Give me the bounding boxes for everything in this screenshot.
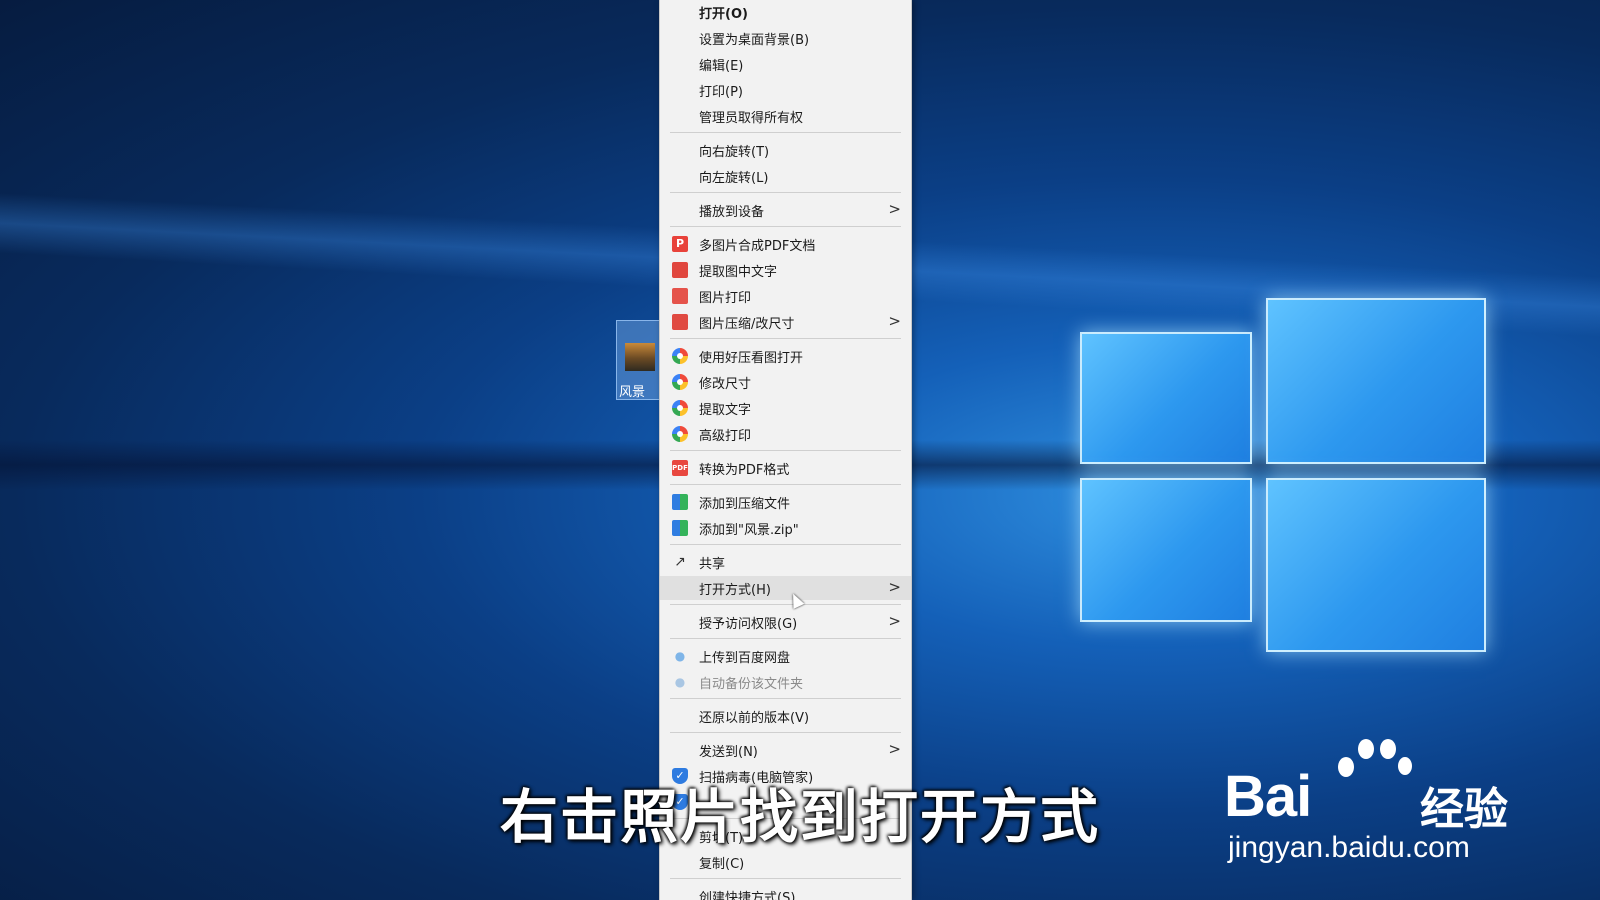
menu-item-open-with[interactable]: 打开方式(H) > (660, 576, 911, 600)
baidu-jingyan-watermark: Bai 经验 jingyan.baidu.com (1224, 735, 1524, 875)
chevron-right-icon: > (888, 200, 901, 218)
chevron-right-icon: > (888, 740, 901, 758)
menu-item-send-to[interactable]: 发送到(N) > (660, 738, 911, 762)
menu-item-rotate-left[interactable]: 向左旋转(L) (660, 164, 911, 188)
menu-separator (670, 192, 901, 193)
chevron-right-icon: > (888, 612, 901, 630)
video-caption: 右击照片找到打开方式 (499, 783, 1100, 851)
pdf-icon: PDF (672, 460, 688, 476)
share-icon: ↗ (674, 554, 686, 570)
menu-item-extract-text-image[interactable]: 提取图中文字 (660, 258, 911, 282)
baidu-cloud-icon: ● (674, 649, 686, 663)
menu-separator (670, 604, 901, 605)
menu-item-cast-to-device[interactable]: 播放到设备 > (660, 198, 911, 222)
watermark-brand: Bai (1224, 764, 1312, 829)
menu-separator (670, 450, 901, 451)
menu-separator (670, 544, 901, 545)
archive-icon (672, 494, 688, 510)
haozip-viewer-icon (672, 348, 688, 364)
menu-item-image-print[interactable]: 图片打印 (660, 284, 911, 308)
baidu-paw-icon (1330, 735, 1412, 805)
windows-logo (1080, 290, 1495, 660)
pdf-merge-icon: P (672, 236, 688, 252)
printer-icon (672, 288, 688, 304)
text-extract-icon (672, 262, 688, 278)
windows-logo-pane (1080, 478, 1252, 622)
menu-item-edit[interactable]: 编辑(E) (660, 52, 911, 76)
menu-item-resize[interactable]: 修改尺寸 (660, 370, 911, 394)
menu-separator (670, 338, 901, 339)
menu-item-set-wallpaper[interactable]: 设置为桌面背景(B) (660, 26, 911, 50)
desktop-file-icon[interactable]: 风景 (616, 320, 662, 400)
context-menu: 打开(O) 设置为桌面背景(B) 编辑(E) 打印(P) 管理员取得所有权 向右… (659, 0, 912, 900)
menu-item-add-zip[interactable]: 添加到"风景.zip" (660, 516, 911, 540)
compress-icon (672, 314, 688, 330)
menu-item-open[interactable]: 打开(O) (660, 0, 911, 24)
menu-item-take-ownership[interactable]: 管理员取得所有权 (660, 104, 911, 128)
menu-item-compress-resize[interactable]: 图片压缩/改尺寸 > (660, 310, 911, 334)
menu-item-restore-versions[interactable]: 还原以前的版本(V) (660, 704, 911, 728)
menu-separator (670, 698, 901, 699)
menu-separator (670, 878, 901, 879)
menu-item-open-haozip-viewer[interactable]: 使用好压看图打开 (660, 344, 911, 368)
windows-logo-pane (1266, 298, 1486, 464)
menu-separator (670, 226, 901, 227)
menu-separator (670, 132, 901, 133)
menu-item-print[interactable]: 打印(P) (660, 78, 911, 102)
windows-logo-pane (1080, 332, 1252, 464)
baidu-cloud-icon: ● (674, 675, 686, 689)
menu-item-convert-pdf[interactable]: PDF 转换为PDF格式 (660, 456, 911, 480)
chevron-right-icon: > (888, 578, 901, 596)
haozip-viewer-icon (672, 374, 688, 390)
menu-item-grant-access[interactable]: 授予访问权限(G) > (660, 610, 911, 634)
chevron-right-icon: > (888, 312, 901, 330)
menu-item-share[interactable]: ↗ 共享 (660, 550, 911, 574)
menu-item-merge-pdf[interactable]: P 多图片合成PDF文档 (660, 232, 911, 256)
menu-item-auto-backup: ● 自动备份该文件夹 (660, 670, 911, 694)
menu-separator (670, 638, 901, 639)
archive-icon (672, 520, 688, 536)
menu-separator (670, 732, 901, 733)
menu-item-create-shortcut[interactable]: 创建快捷方式(S) (660, 884, 911, 900)
menu-item-upload-baidu[interactable]: ● 上传到百度网盘 (660, 644, 911, 668)
menu-item-add-archive[interactable]: 添加到压缩文件 (660, 490, 911, 514)
menu-item-extract-text[interactable]: 提取文字 (660, 396, 911, 420)
watermark-brand-suffix: 经验 (1420, 784, 1508, 835)
windows-logo-pane (1266, 478, 1486, 652)
menu-item-advanced-print[interactable]: 高级打印 (660, 422, 911, 446)
haozip-viewer-icon (672, 400, 688, 416)
menu-item-rotate-right[interactable]: 向右旋转(T) (660, 138, 911, 162)
menu-separator (670, 484, 901, 485)
haozip-viewer-icon (672, 426, 688, 442)
image-thumbnail-icon (625, 343, 655, 371)
desktop-file-label: 风景 (619, 385, 646, 400)
watermark-url: jingyan.baidu.com (1228, 831, 1470, 864)
